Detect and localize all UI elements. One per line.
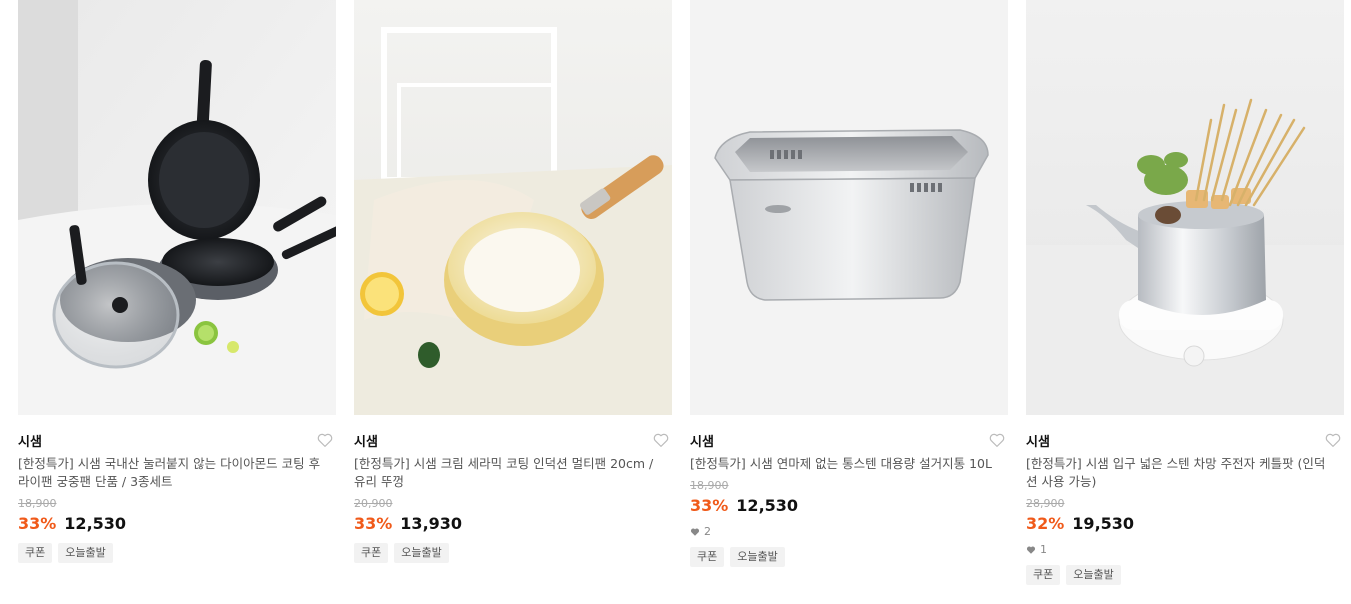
like-count-value: 1 — [1040, 543, 1047, 556]
heart-outline-icon[interactable] — [316, 431, 334, 449]
product-title[interactable]: [한정특가] 시샘 국내산 눌러붙지 않는 다이아몬드 코팅 후라이팬 궁중팬 … — [18, 455, 336, 491]
product-image-ceramic-pan[interactable] — [354, 0, 672, 415]
heart-outline-icon[interactable] — [988, 431, 1006, 449]
brand-row: 시샘 — [690, 431, 1008, 450]
product-card[interactable]: 시샘 [한정특가] 시샘 국내산 눌러붙지 않는 다이아몬드 코팅 후라이팬 궁… — [18, 0, 336, 563]
badge-list: 쿠폰 오늘출발 — [354, 543, 672, 563]
product-title[interactable]: [한정특가] 시샘 크림 세라믹 코팅 인덕션 멀티팬 20cm / 유리 뚜껑 — [354, 455, 672, 491]
heart-outline-icon[interactable] — [1324, 431, 1342, 449]
brand-name[interactable]: 시샘 — [18, 435, 42, 450]
like-count: 2 — [690, 525, 1008, 539]
brand-name[interactable]: 시샘 — [354, 435, 378, 450]
brand-row: 시샘 — [18, 431, 336, 450]
sale-price: 12,530 — [736, 496, 799, 515]
original-price: 18,900 — [18, 497, 57, 510]
price-row: 32% 19,530 — [1026, 513, 1344, 535]
sale-price: 19,530 — [1072, 514, 1135, 533]
original-price: 28,900 — [1026, 497, 1065, 510]
product-title[interactable]: [한정특가] 시샘 입구 넓은 스텐 차망 주전자 케틀팟 (인덕션 사용 가능… — [1026, 455, 1344, 491]
heart-filled-icon — [1026, 546, 1036, 554]
coupon-badge: 쿠폰 — [690, 547, 725, 567]
original-price: 20,900 — [354, 497, 393, 510]
same-day-badge: 오늘출발 — [1066, 565, 1121, 585]
steel-kettle-illustration — [1026, 0, 1344, 415]
sale-price: 13,930 — [400, 514, 463, 533]
heart-outline-icon[interactable] — [652, 431, 670, 449]
discount-rate: 33% — [18, 514, 57, 533]
product-title[interactable]: [한정특가] 시샘 연마제 없는 통스텐 대용량 설거지통 10L — [690, 455, 1008, 473]
badge-list: 쿠폰 오늘출발 — [18, 543, 336, 563]
product-card[interactable]: 시샘 [한정특가] 시샘 입구 넓은 스텐 차망 주전자 케틀팟 (인덕션 사용… — [1026, 0, 1344, 585]
discount-rate: 33% — [690, 496, 729, 515]
like-count: 1 — [1026, 543, 1344, 557]
same-day-badge: 오늘출발 — [58, 543, 113, 563]
product-image-kettle-pot[interactable] — [1026, 0, 1344, 415]
discount-rate: 33% — [354, 514, 393, 533]
brand-name[interactable]: 시샘 — [1026, 435, 1050, 450]
brand-row: 시샘 — [1026, 431, 1344, 450]
discount-rate: 32% — [1026, 514, 1065, 533]
brand-name[interactable]: 시샘 — [690, 435, 714, 450]
product-card[interactable]: 시샘 [한정특가] 시샘 연마제 없는 통스텐 대용량 설거지통 10L 18,… — [690, 0, 1008, 567]
price-row: 33% 13,930 — [354, 513, 672, 535]
coupon-badge: 쿠폰 — [1026, 565, 1061, 585]
product-image-frying-pan-set[interactable] — [18, 0, 336, 415]
same-day-badge: 오늘출발 — [730, 547, 785, 567]
product-card[interactable]: 시샘 [한정특가] 시샘 크림 세라믹 코팅 인덕션 멀티팬 20cm / 유리… — [354, 0, 672, 563]
product-image-dish-basin[interactable] — [690, 0, 1008, 415]
coupon-badge: 쿠폰 — [18, 543, 53, 563]
heart-filled-icon — [690, 528, 700, 536]
badge-list: 쿠폰 오늘출발 — [1026, 565, 1344, 585]
product-grid: 시샘 [한정특가] 시샘 국내산 눌러붙지 않는 다이아몬드 코팅 후라이팬 궁… — [18, 0, 1344, 604]
steel-basin-illustration — [690, 0, 1008, 415]
sale-price: 12,530 — [64, 514, 127, 533]
ceramic-pan-illustration — [354, 0, 672, 415]
brand-row: 시샘 — [354, 431, 672, 450]
original-price: 18,900 — [690, 479, 729, 492]
price-row: 33% 12,530 — [690, 495, 1008, 517]
price-row: 33% 12,530 — [18, 513, 336, 535]
badge-list: 쿠폰 오늘출발 — [690, 547, 1008, 567]
same-day-badge: 오늘출발 — [394, 543, 449, 563]
frying-pan-set-illustration — [18, 0, 336, 415]
coupon-badge: 쿠폰 — [354, 543, 389, 563]
like-count-value: 2 — [704, 525, 711, 538]
